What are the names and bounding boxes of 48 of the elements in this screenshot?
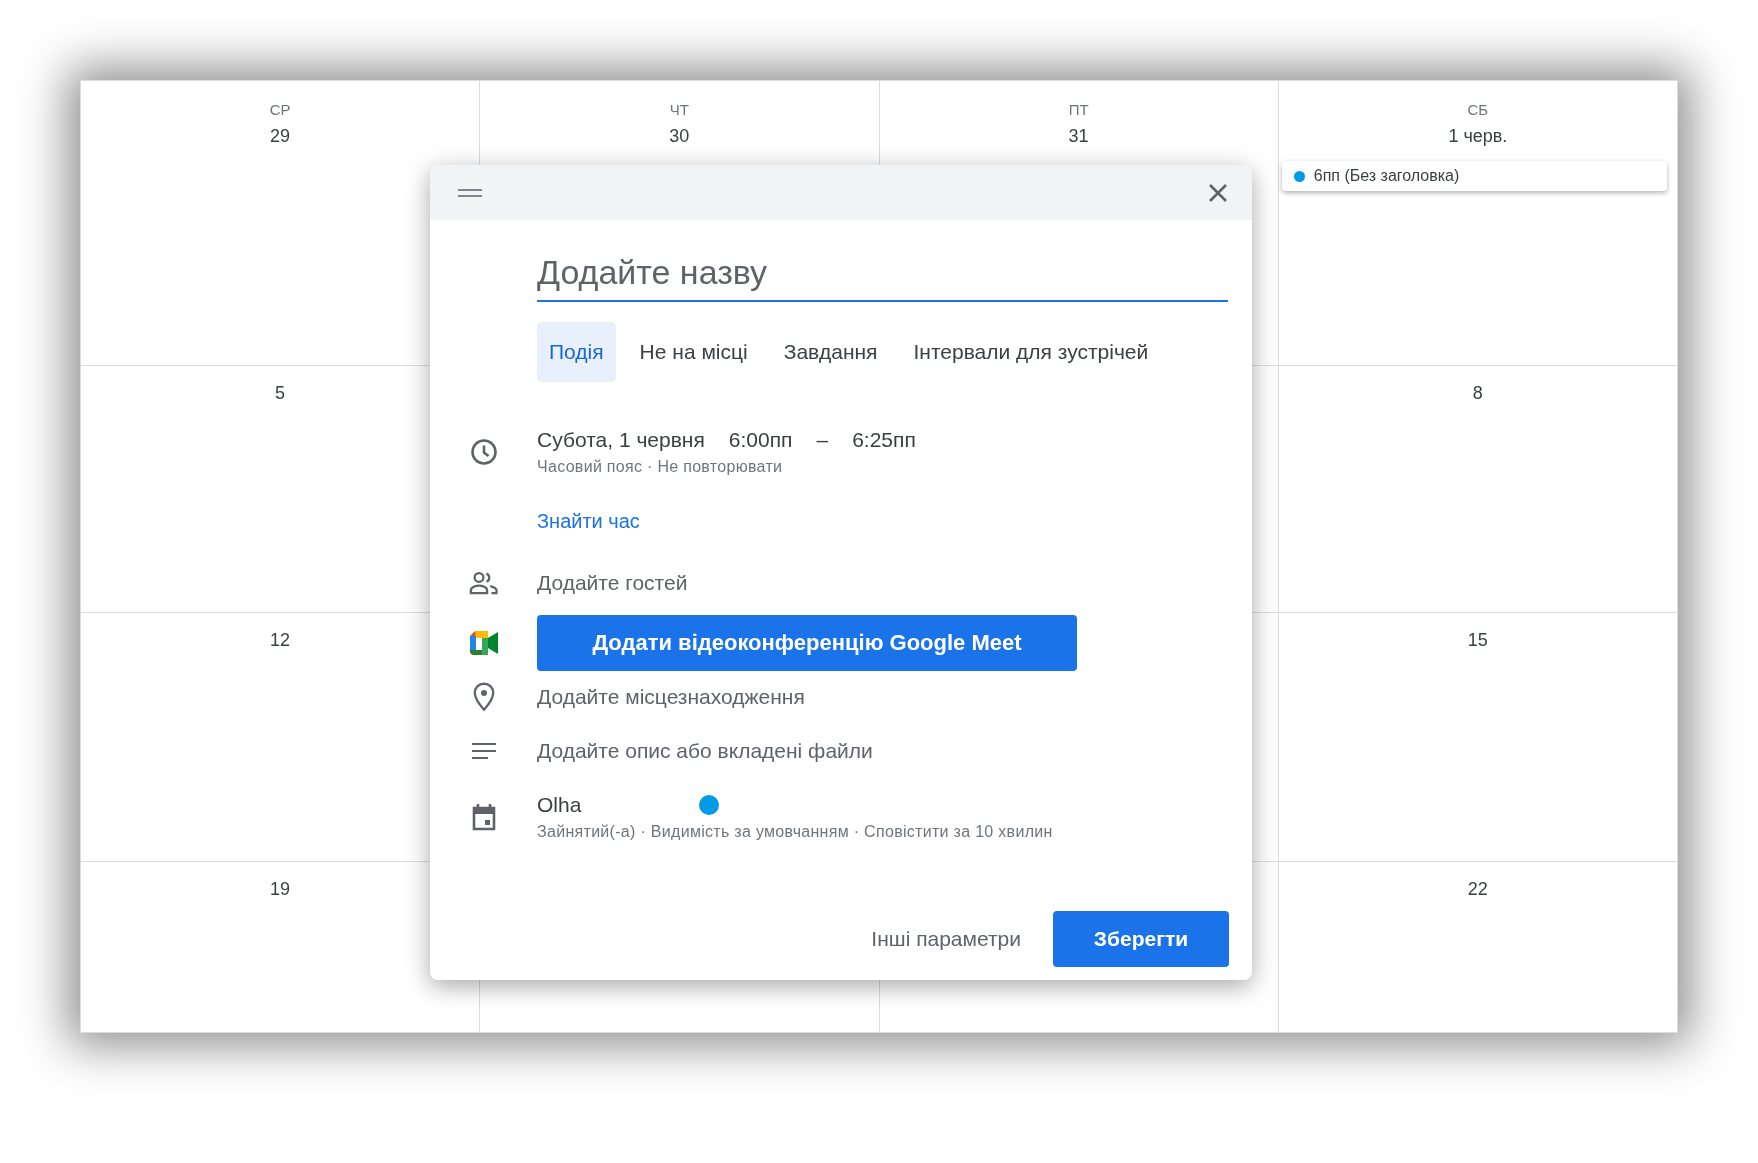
clock-icon [469,438,498,466]
calendar-details-text[interactable]: Зайнятий(-а) · Видимість за умовчанням · Сповістити за 10 хвилин [537,823,1053,841]
more-options-button[interactable]: Інші параметри [863,913,1029,965]
save-button[interactable]: Зберегти [1053,911,1229,967]
day-cell[interactable]: 8 [1278,366,1678,613]
event-type-tab[interactable]: Подія [537,322,616,382]
event-chip[interactable]: 6пп (Без заголовка) [1281,161,1667,191]
location-pin-icon [471,682,496,712]
day-number[interactable]: 12 [270,630,291,651]
text-field[interactable]: Додайте місцезнаходження [537,685,1228,709]
day-number[interactable]: 22 [1467,879,1488,900]
end-time[interactable]: 6:25пп [852,428,916,452]
day-number[interactable]: 30 [669,126,690,147]
text-field[interactable]: Додайте гостей [537,571,1228,595]
title-field[interactable]: Додайте назву [537,245,1228,302]
weekday-label: СБ [1467,101,1489,118]
weekday-label: ПТ [1068,101,1089,118]
day-number[interactable]: 19 [270,879,291,900]
calendar-color-dot[interactable] [699,795,720,815]
event-type-tab[interactable]: Інтервали для зустрічей [901,322,1161,382]
calendar-name[interactable]: Olha [537,793,582,817]
people-icon [468,570,499,596]
calendar-icon [470,803,497,831]
day-number[interactable]: 1 черв. [1448,126,1508,147]
date-options-text[interactable]: Часовий пояс · Не повторювати [537,458,916,476]
video-conference-button[interactable]: Додати відеоконференцію Google Meet [537,615,1077,671]
date-text[interactable]: Субота, 1 червня [537,428,705,452]
event-type-tab[interactable]: Завдання [771,322,890,382]
text-lines-icon [470,742,497,760]
day-number[interactable]: 29 [270,126,291,147]
find-time-link[interactable]: Знайти час [537,510,640,533]
day-cell[interactable]: 22 [1278,862,1678,1033]
day-number[interactable]: 31 [1068,126,1089,147]
event-type-tab[interactable]: Не на місці [627,322,760,382]
close-icon[interactable] [1208,182,1228,203]
day-number[interactable]: 5 [275,383,286,404]
weekday-label: СР [269,101,291,118]
video-camera-icon [467,630,500,656]
weekday-label: ЧТ [669,101,689,118]
text-field[interactable]: Додайте опис або вкладені файли [537,739,1228,763]
event-title: 6пп (Без заголовка) [1313,167,1460,185]
day-cell[interactable]: 15 [1278,613,1678,862]
day-number[interactable]: 8 [1472,383,1483,404]
drag-handle-icon[interactable] [458,187,482,198]
day-number[interactable]: 15 [1467,630,1488,651]
day-cell[interactable]: СБ 1 черв. 6пп (Без заголовка) [1278,81,1678,366]
start-time[interactable]: 6:00пп [728,428,793,452]
time-dash: – [816,428,829,452]
